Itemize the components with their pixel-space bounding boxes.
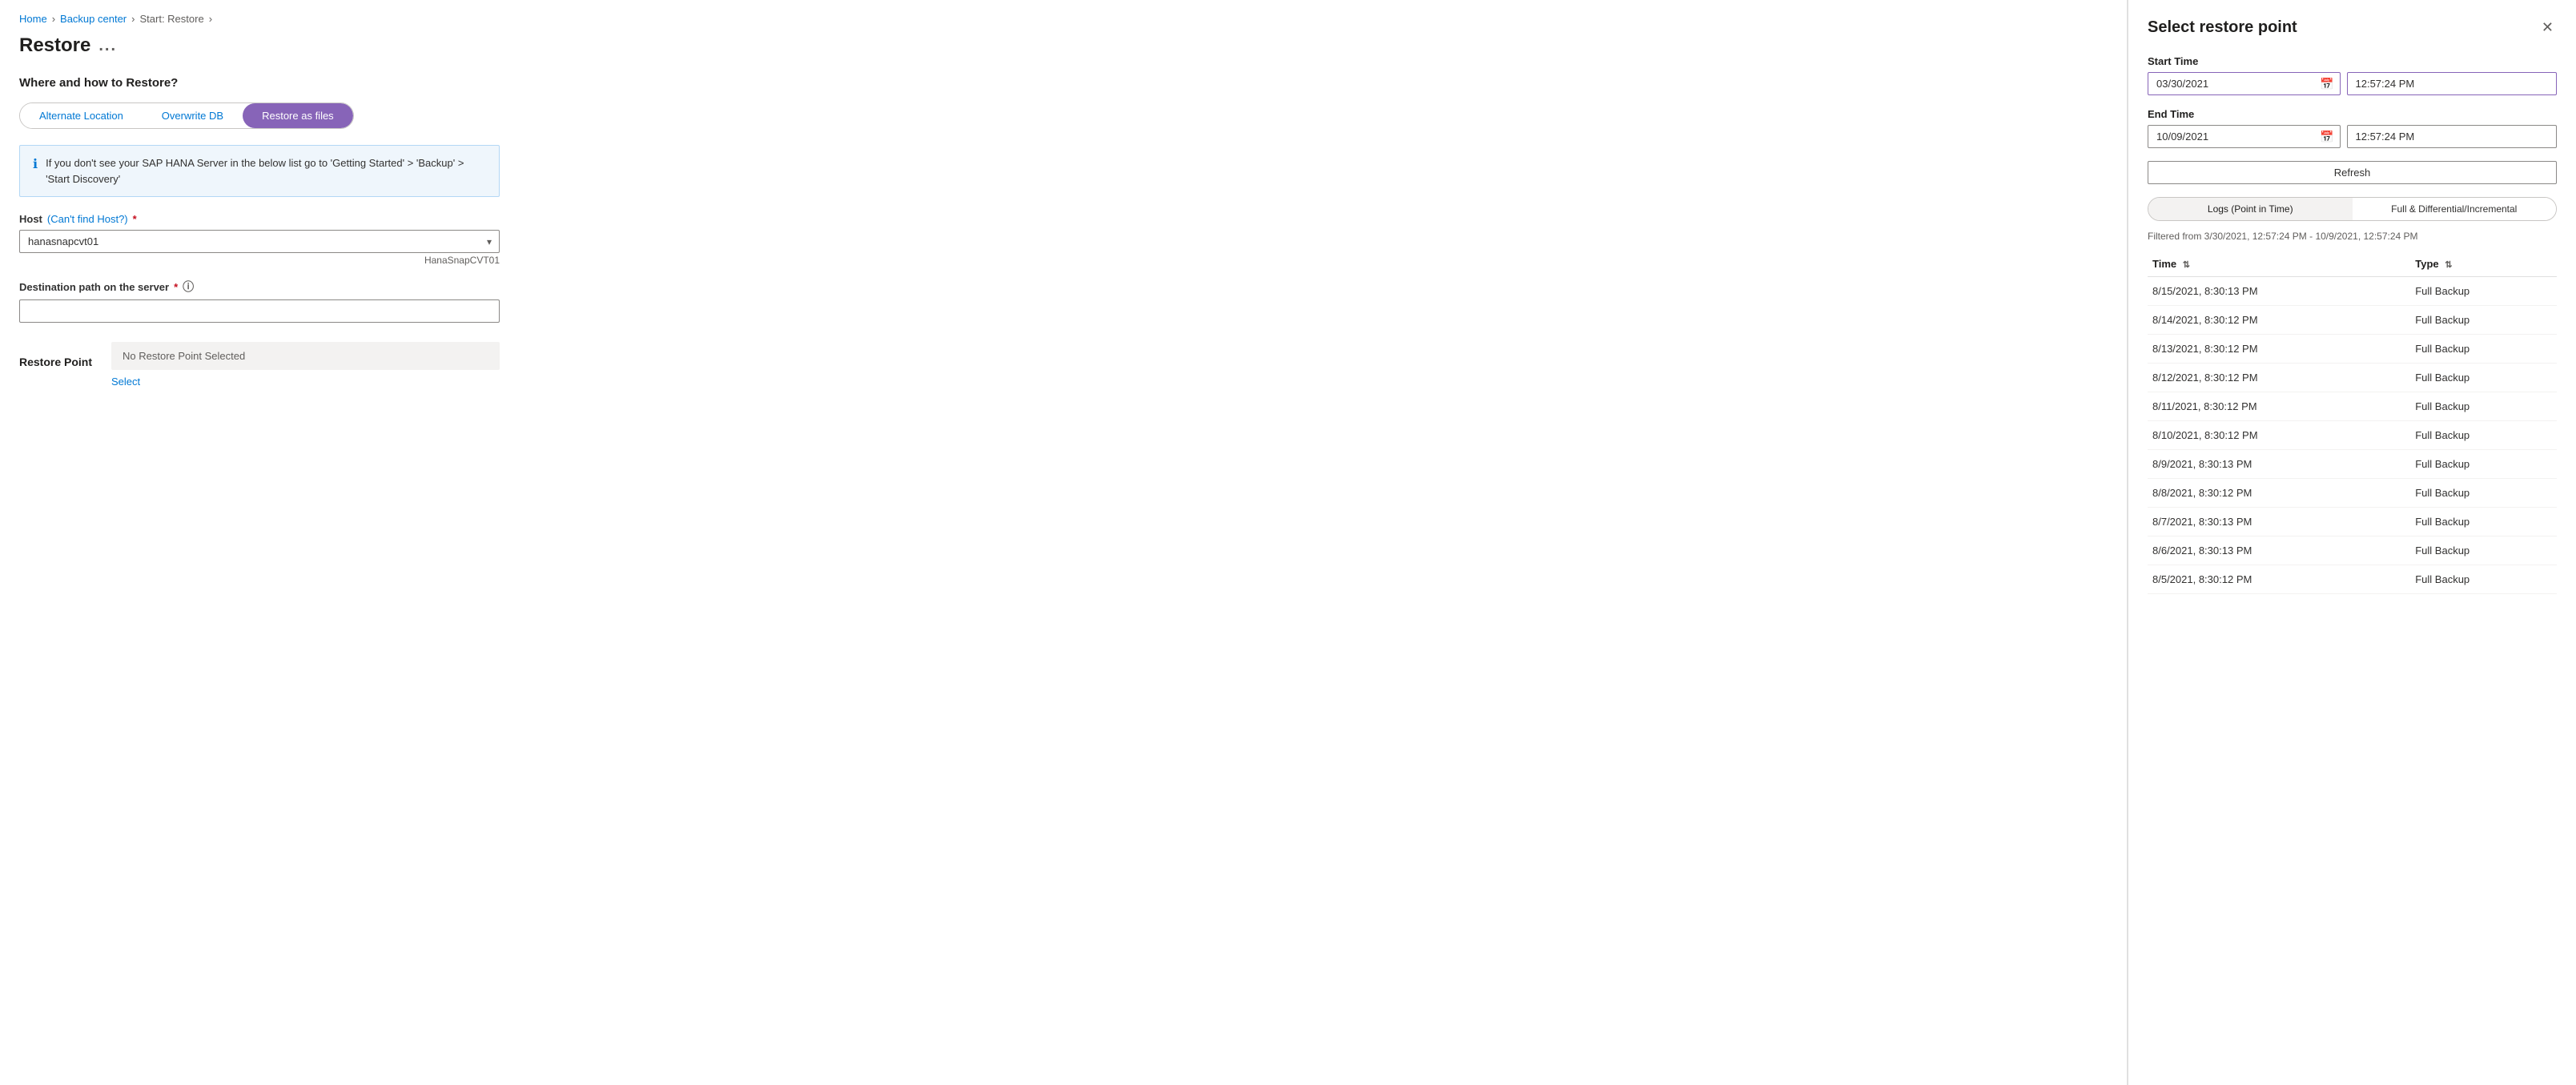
cell-time: 8/5/2021, 8:30:12 PM bbox=[2148, 565, 2410, 594]
table-row[interactable]: 8/12/2021, 8:30:12 PMFull Backup bbox=[2148, 364, 2557, 392]
dest-info-icon[interactable]: ⓘ bbox=[183, 279, 194, 295]
end-time-inputs: 📅 bbox=[2148, 125, 2557, 148]
end-date-input[interactable] bbox=[2148, 125, 2341, 148]
page-title: Restore bbox=[19, 34, 90, 57]
dest-field-group: Destination path on the server * ⓘ bbox=[19, 279, 500, 323]
time-sort-icon: ⇅ bbox=[2183, 259, 2190, 270]
info-box: ℹ If you don't see your SAP HANA Server … bbox=[19, 145, 500, 197]
host-select-wrapper: hanasnapcvt01 ▾ bbox=[19, 230, 500, 253]
cell-type: Full Backup bbox=[2410, 479, 2557, 508]
cell-type: Full Backup bbox=[2410, 364, 2557, 392]
breadcrumb-sep3: › bbox=[209, 13, 212, 25]
start-time-label: Start Time bbox=[2148, 55, 2557, 67]
start-date-wrapper: 📅 bbox=[2148, 72, 2341, 95]
cell-time: 8/10/2021, 8:30:12 PM bbox=[2148, 421, 2410, 450]
close-button[interactable]: ✕ bbox=[2538, 16, 2557, 39]
restore-tabs: Alternate Location Overwrite DB Restore … bbox=[19, 102, 354, 129]
table-row[interactable]: 8/7/2021, 8:30:13 PMFull Backup bbox=[2148, 508, 2557, 536]
tab-full-differential[interactable]: Full & Differential/Incremental bbox=[2353, 198, 2557, 220]
panel-title: Select restore point bbox=[2148, 18, 2297, 37]
table-row[interactable]: 8/8/2021, 8:30:12 PMFull Backup bbox=[2148, 479, 2557, 508]
breadcrumb-sep1: › bbox=[52, 13, 55, 25]
start-time-input[interactable] bbox=[2347, 72, 2558, 95]
cell-type: Full Backup bbox=[2410, 392, 2557, 421]
table-row[interactable]: 8/14/2021, 8:30:12 PMFull Backup bbox=[2148, 306, 2557, 335]
cell-type: Full Backup bbox=[2410, 536, 2557, 565]
cell-type: Full Backup bbox=[2410, 421, 2557, 450]
dest-required-mark: * bbox=[174, 281, 178, 293]
end-time-label: End Time bbox=[2148, 108, 2557, 120]
col-time[interactable]: Time ⇅ bbox=[2148, 251, 2410, 277]
table-row[interactable]: 8/5/2021, 8:30:12 PMFull Backup bbox=[2148, 565, 2557, 594]
filter-text: Filtered from 3/30/2021, 12:57:24 PM - 1… bbox=[2148, 231, 2557, 242]
restore-point-display: No Restore Point Selected bbox=[111, 342, 500, 370]
cell-type: Full Backup bbox=[2410, 277, 2557, 306]
host-select[interactable]: hanasnapcvt01 bbox=[19, 230, 500, 253]
info-text: If you don't see your SAP HANA Server in… bbox=[46, 155, 486, 187]
cell-time: 8/7/2021, 8:30:13 PM bbox=[2148, 508, 2410, 536]
host-cant-find-link[interactable]: (Can't find Host?) bbox=[47, 213, 128, 225]
tab-logs-point-in-time[interactable]: Logs (Point in Time) bbox=[2148, 198, 2353, 220]
tab-restore-as-files[interactable]: Restore as files bbox=[243, 103, 353, 128]
page-title-container: Restore ... bbox=[19, 34, 2108, 57]
cell-time: 8/11/2021, 8:30:12 PM bbox=[2148, 392, 2410, 421]
cell-type: Full Backup bbox=[2410, 450, 2557, 479]
dest-label-text: Destination path on the server bbox=[19, 281, 169, 293]
breadcrumb-backup-center[interactable]: Backup center bbox=[60, 13, 127, 25]
toggle-tabs: Logs (Point in Time) Full & Differential… bbox=[2148, 197, 2557, 221]
host-field-label: Host (Can't find Host?) * bbox=[19, 213, 500, 225]
table-row[interactable]: 8/13/2021, 8:30:12 PMFull Backup bbox=[2148, 335, 2557, 364]
breadcrumb-current: Start: Restore bbox=[139, 13, 203, 25]
cell-type: Full Backup bbox=[2410, 306, 2557, 335]
cell-time: 8/8/2021, 8:30:12 PM bbox=[2148, 479, 2410, 508]
select-restore-point-link[interactable]: Select bbox=[111, 376, 140, 388]
info-icon: ℹ bbox=[33, 156, 38, 172]
section-title: Where and how to Restore? bbox=[19, 76, 2108, 90]
end-time-input[interactable] bbox=[2347, 125, 2558, 148]
more-options-button[interactable]: ... bbox=[98, 37, 117, 55]
cell-time: 8/14/2021, 8:30:12 PM bbox=[2148, 306, 2410, 335]
table-row[interactable]: 8/15/2021, 8:30:13 PMFull Backup bbox=[2148, 277, 2557, 306]
cell-type: Full Backup bbox=[2410, 508, 2557, 536]
col-type[interactable]: Type ⇅ bbox=[2410, 251, 2557, 277]
host-label-text: Host bbox=[19, 213, 42, 225]
table-row[interactable]: 8/6/2021, 8:30:13 PMFull Backup bbox=[2148, 536, 2557, 565]
host-required-mark: * bbox=[133, 213, 137, 225]
table-row[interactable]: 8/10/2021, 8:30:12 PMFull Backup bbox=[2148, 421, 2557, 450]
table-header: Time ⇅ Type ⇅ bbox=[2148, 251, 2557, 277]
panel-header: Select restore point ✕ bbox=[2148, 16, 2557, 39]
breadcrumb: Home › Backup center › Start: Restore › bbox=[19, 13, 2108, 25]
refresh-button[interactable]: Refresh bbox=[2148, 161, 2557, 184]
type-sort-icon: ⇅ bbox=[2445, 259, 2452, 270]
start-time-row: Start Time 📅 bbox=[2148, 55, 2557, 95]
dest-path-input[interactable] bbox=[19, 299, 500, 323]
breadcrumb-home[interactable]: Home bbox=[19, 13, 47, 25]
table-row[interactable]: 8/11/2021, 8:30:12 PMFull Backup bbox=[2148, 392, 2557, 421]
tab-overwrite-db[interactable]: Overwrite DB bbox=[143, 103, 243, 128]
cell-time: 8/6/2021, 8:30:13 PM bbox=[2148, 536, 2410, 565]
table-row[interactable]: 8/9/2021, 8:30:13 PMFull Backup bbox=[2148, 450, 2557, 479]
end-date-wrapper: 📅 bbox=[2148, 125, 2341, 148]
left-panel: Home › Backup center › Start: Restore › … bbox=[0, 0, 2128, 1085]
breadcrumb-sep2: › bbox=[131, 13, 135, 25]
table-body: 8/15/2021, 8:30:13 PMFull Backup8/14/202… bbox=[2148, 277, 2557, 594]
start-time-inputs: 📅 bbox=[2148, 72, 2557, 95]
cell-time: 8/9/2021, 8:30:13 PM bbox=[2148, 450, 2410, 479]
cell-time: 8/15/2021, 8:30:13 PM bbox=[2148, 277, 2410, 306]
restore-point-section: Restore Point No Restore Point Selected … bbox=[19, 342, 500, 388]
host-field-group: Host (Can't find Host?) * hanasnapcvt01 … bbox=[19, 213, 500, 266]
start-date-input[interactable] bbox=[2148, 72, 2341, 95]
right-panel: Select restore point ✕ Start Time 📅 End … bbox=[2128, 0, 2576, 1085]
end-time-row: End Time 📅 bbox=[2148, 108, 2557, 148]
restore-point-label: Restore Point bbox=[19, 356, 92, 368]
tab-alternate-location[interactable]: Alternate Location bbox=[20, 103, 143, 128]
cell-time: 8/12/2021, 8:30:12 PM bbox=[2148, 364, 2410, 392]
cell-type: Full Backup bbox=[2410, 565, 2557, 594]
host-hint: HanaSnapCVT01 bbox=[19, 255, 500, 266]
cell-type: Full Backup bbox=[2410, 335, 2557, 364]
restore-points-table: Time ⇅ Type ⇅ 8/15/2021, 8:30:13 PMFull … bbox=[2148, 251, 2557, 594]
cell-time: 8/13/2021, 8:30:12 PM bbox=[2148, 335, 2410, 364]
dest-field-label: Destination path on the server * ⓘ bbox=[19, 279, 500, 295]
